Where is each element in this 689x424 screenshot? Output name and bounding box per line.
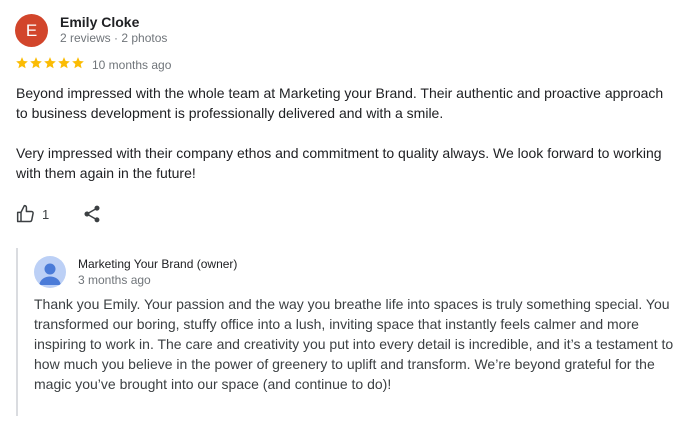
star-icon	[30, 57, 42, 69]
owner-reply-date: 3 months ago	[78, 273, 151, 287]
star-icon	[58, 57, 70, 69]
author-meta: 2 reviews · 2 photos	[60, 31, 168, 45]
thumb-up-icon	[16, 204, 34, 223]
owner-name: Marketing Your Brand (owner)	[78, 257, 238, 271]
review-card: E Emily Cloke 2 reviews · 2 photos 10 mo…	[0, 0, 689, 424]
owner-reply-text: Thank you Emily. Your passion and the wa…	[34, 296, 674, 392]
share-button[interactable]	[82, 204, 102, 224]
review-actions: 1	[16, 204, 102, 224]
review-date: 10 months ago	[92, 58, 172, 72]
review-paragraph: Very impressed with their company ethos …	[16, 145, 662, 181]
author-initial: E	[25, 21, 38, 40]
star-icon	[44, 57, 56, 69]
owner-reply: Marketing Your Brand (owner) 3 months ag…	[16, 248, 682, 416]
like-button[interactable]: 1	[16, 204, 49, 224]
author-avatar[interactable]: E	[15, 14, 48, 47]
review-paragraph: Beyond impressed with the whole team at …	[16, 85, 664, 121]
person-icon	[34, 256, 66, 288]
like-count: 1	[42, 206, 50, 222]
star-icon	[16, 57, 28, 69]
review-text: Beyond impressed with the whole team at …	[16, 83, 676, 203]
author-name[interactable]: Emily Cloke	[60, 14, 139, 30]
share-icon	[84, 205, 100, 223]
star-icon	[72, 57, 84, 69]
star-rating	[15, 56, 85, 70]
